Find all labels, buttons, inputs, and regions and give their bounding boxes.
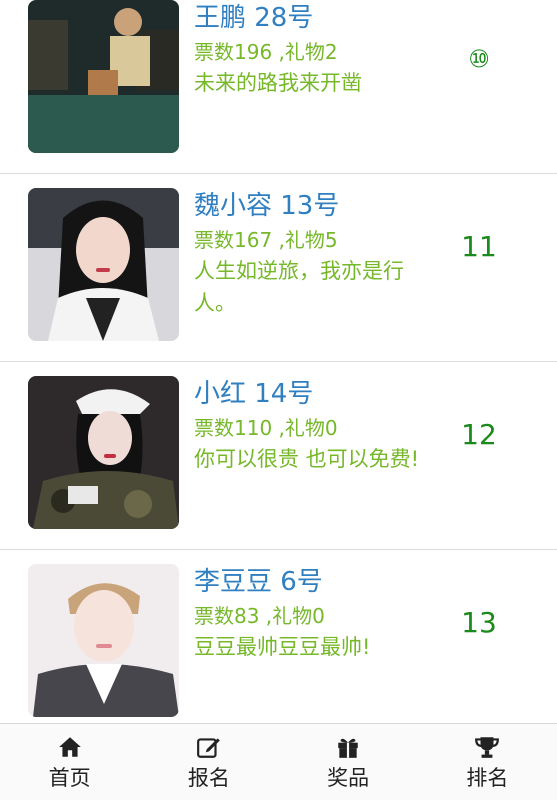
rank-number: 11	[461, 230, 497, 263]
contestant-motto: 豆豆最帅豆豆最帅!	[194, 635, 371, 659]
list-item[interactable]: 李豆豆 6号 票数83 ,礼物0 豆豆最帅豆豆最帅! 13	[0, 550, 557, 738]
contestant-stats: 票数167 ,礼物5	[194, 228, 338, 252]
rank-number: ⑩	[468, 45, 490, 73]
contestant-name: 魏小容 13号	[194, 191, 340, 221]
contestant-motto: 你可以很贵 也可以免费!	[194, 447, 420, 471]
avatar[interactable]	[28, 188, 179, 341]
contestant-stats: 票数196 ,礼物2	[194, 40, 338, 64]
tab-prizes[interactable]: 奖品	[279, 724, 418, 800]
trophy-icon	[475, 737, 500, 758]
rank-number: 12	[461, 418, 497, 451]
gift-icon	[338, 738, 358, 758]
contestant-stats: 票数110 ,礼物0	[194, 416, 338, 440]
avatar[interactable]	[28, 564, 179, 717]
list-item[interactable]: 王鹏 28号 票数196 ,礼物2 未来的路我来开凿 ⑩	[0, 0, 557, 174]
contestant-name: 王鹏 28号	[194, 3, 314, 33]
edit-icon	[196, 738, 220, 758]
tab-label: 排名	[466, 766, 509, 790]
avatar[interactable]	[28, 0, 179, 153]
contestant-stats: 票数83 ,礼物0	[194, 604, 325, 628]
home-icon	[58, 737, 81, 757]
bottom-tab-bar: 首页 报名 奖品 排名	[0, 723, 557, 800]
tab-label: 奖品	[327, 766, 370, 790]
tab-signup[interactable]: 报名	[139, 724, 278, 800]
list-item[interactable]: 魏小容 13号 票数167 ,礼物5 人生如逆旅，我亦是行人。 11	[0, 174, 557, 362]
tab-home[interactable]: 首页	[0, 724, 139, 800]
tab-label: 首页	[48, 766, 91, 790]
tab-ranking[interactable]: 排名	[418, 724, 557, 800]
contestant-name: 李豆豆 6号	[194, 567, 323, 597]
contestant-motto: 未来的路我来开凿	[194, 71, 362, 95]
avatar[interactable]	[28, 376, 179, 529]
contestant-list: 王鹏 28号 票数196 ,礼物2 未来的路我来开凿 ⑩ 魏小容 13号 票数1…	[0, 0, 557, 738]
rank-number: 13	[461, 606, 497, 639]
contestant-motto: 人生如逆旅，我亦是行人。	[194, 259, 404, 315]
tab-label: 报名	[187, 766, 230, 790]
contestant-name: 小红 14号	[194, 379, 314, 409]
list-item[interactable]: 小红 14号 票数110 ,礼物0 你可以很贵 也可以免费! 12	[0, 362, 557, 550]
